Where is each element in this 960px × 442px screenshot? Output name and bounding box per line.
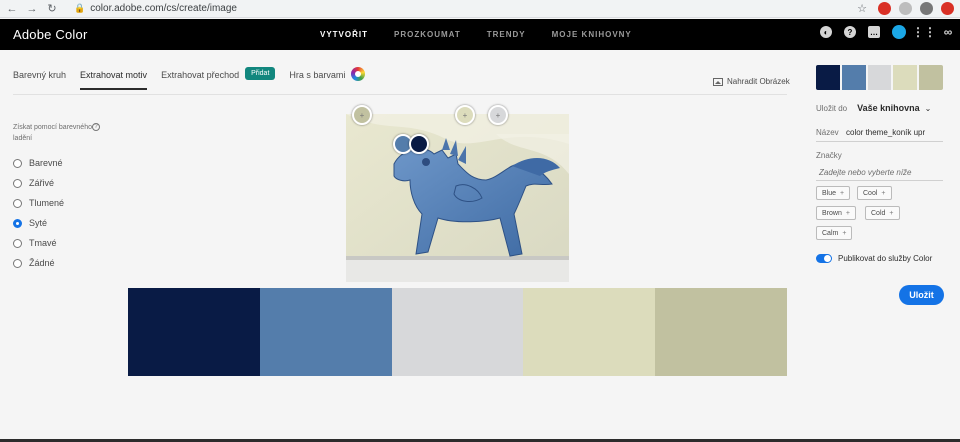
add-button[interactable]: Přidat: [245, 67, 276, 80]
publish-label: Publikovat do služby Color: [838, 254, 933, 263]
mode-tabs: Barevný kruh Extrahovat motiv Extrahovat…: [13, 67, 366, 95]
swatch-1[interactable]: [128, 288, 260, 376]
palette-swatches: [128, 288, 787, 376]
chat-icon[interactable]: …: [868, 26, 880, 38]
tags-input[interactable]: Zadejte nebo vyberte níže: [816, 164, 943, 181]
replace-image-label: Nahradit Obrázek: [727, 77, 790, 86]
theme-preview: [816, 65, 943, 90]
color-picker-handle[interactable]: [409, 134, 429, 154]
mood-option-muted[interactable]: Tlumené: [13, 193, 64, 213]
radio-icon[interactable]: [13, 238, 22, 248]
info-icon[interactable]: ?: [92, 123, 100, 131]
library-select[interactable]: Vaše knihovna: [857, 103, 920, 113]
app-header: Adobe Color VYTVOŘIT PROZKOUMAT TRENDY M…: [0, 19, 960, 50]
preview-swatch: [816, 65, 842, 90]
save-button[interactable]: Uložit: [899, 285, 944, 305]
tab-extract-gradient[interactable]: Extrahovat přechod: [161, 70, 239, 88]
extension-icon[interactable]: [878, 2, 891, 15]
bookmark-star-icon[interactable]: ☆: [854, 2, 870, 15]
name-value[interactable]: color theme_koník upr: [846, 128, 925, 137]
tag-cool[interactable]: Cool +: [857, 186, 892, 200]
swatch-4[interactable]: [523, 288, 656, 376]
preview-swatch: [867, 65, 894, 90]
creative-cloud-icon[interactable]: ∞: [942, 25, 954, 39]
replace-image-button[interactable]: Nahradit Obrázek: [713, 77, 790, 86]
nav-explore[interactable]: PROZKOUMAT: [394, 30, 461, 39]
radio-icon[interactable]: [13, 198, 22, 208]
publish-toggle[interactable]: [816, 254, 832, 263]
forward-icon[interactable]: →: [24, 3, 40, 15]
save-to-row: Uložit do Vaše knihovna ⌄: [816, 103, 931, 113]
plus-icon: +: [842, 229, 847, 237]
mood-option-none[interactable]: Žádné: [13, 253, 64, 273]
avatar[interactable]: [892, 25, 906, 39]
moon-icon[interactable]: ◐: [820, 26, 832, 38]
name-field[interactable]: Název color theme_koník upr: [816, 124, 943, 142]
save-to-label: Uložit do: [816, 103, 848, 113]
tags-label: Značky: [816, 151, 842, 160]
name-label: Název: [816, 128, 839, 137]
publish-row: Publikovat do služby Color: [816, 254, 932, 263]
swatch-3[interactable]: [391, 288, 524, 376]
radio-icon-checked[interactable]: [13, 218, 22, 228]
reload-icon[interactable]: ↻: [44, 2, 60, 15]
mood-option-colorful[interactable]: Barevné: [13, 153, 64, 173]
apps-grid-icon[interactable]: ⋮⋮: [912, 25, 936, 39]
address-bar[interactable]: color.adobe.com/cs/create/image: [90, 3, 237, 14]
browser-toolbar: ← → ↻ 🔒 color.adobe.com/cs/create/image …: [0, 0, 960, 18]
color-wheel-icon[interactable]: [351, 67, 366, 81]
lock-icon: 🔒: [74, 3, 86, 13]
app-title[interactable]: Adobe Color: [13, 27, 87, 42]
swatch-5[interactable]: [655, 288, 787, 376]
plus-icon: +: [881, 189, 886, 197]
radio-icon[interactable]: [13, 158, 22, 168]
nav-create[interactable]: VYTVOŘIT: [320, 30, 368, 39]
radio-icon[interactable]: [13, 258, 22, 268]
image-icon: [713, 77, 723, 86]
source-image[interactable]: [346, 114, 569, 282]
color-picker-handle[interactable]: +: [352, 105, 372, 125]
tab-divider: [13, 94, 787, 95]
top-nav: VYTVOŘIT PROZKOUMAT TRENDY MOJE KNIHOVNY: [320, 19, 658, 50]
mood-options: Barevné Zářivé Tlumené Syté Tmavé Žádné: [13, 153, 64, 273]
adblock-icon[interactable]: [941, 2, 954, 15]
preview-swatch: [893, 65, 920, 90]
plus-icon: +: [840, 189, 845, 197]
radio-icon[interactable]: [13, 178, 22, 188]
plus-icon: +: [845, 209, 850, 217]
menu-icon[interactable]: [920, 2, 933, 15]
color-picker-handle[interactable]: +: [488, 105, 508, 125]
preview-swatch: [919, 65, 943, 90]
back-icon[interactable]: ←: [4, 3, 20, 15]
preview-swatch: [841, 65, 868, 90]
chevron-down-icon[interactable]: ⌄: [925, 104, 932, 113]
tab-color-wheel[interactable]: Barevný kruh: [13, 70, 66, 88]
tab-color-game[interactable]: Hra s barvami: [289, 70, 345, 88]
tag-brown[interactable]: Brown +: [816, 206, 856, 220]
mood-option-deep[interactable]: Syté: [13, 213, 64, 233]
color-picker-handle[interactable]: +: [455, 105, 475, 125]
tag-blue[interactable]: Blue +: [816, 186, 851, 200]
tab-extract-theme[interactable]: Extrahovat motiv: [80, 70, 148, 90]
profile-icon[interactable]: [899, 2, 912, 15]
mood-label: Získat pomocí barevného ladění: [13, 124, 92, 142]
tag-calm[interactable]: Calm +: [816, 226, 853, 240]
mood-option-bright[interactable]: Zářivé: [13, 173, 64, 193]
plus-icon: +: [889, 209, 894, 217]
tag-cold[interactable]: Cold +: [865, 206, 900, 220]
help-icon[interactable]: ?: [844, 26, 856, 38]
nav-trends[interactable]: TRENDY: [487, 30, 526, 39]
nav-libraries[interactable]: MOJE KNIHOVNY: [552, 30, 632, 39]
mood-option-dark[interactable]: Tmavé: [13, 233, 64, 253]
swatch-2[interactable]: [259, 288, 392, 376]
